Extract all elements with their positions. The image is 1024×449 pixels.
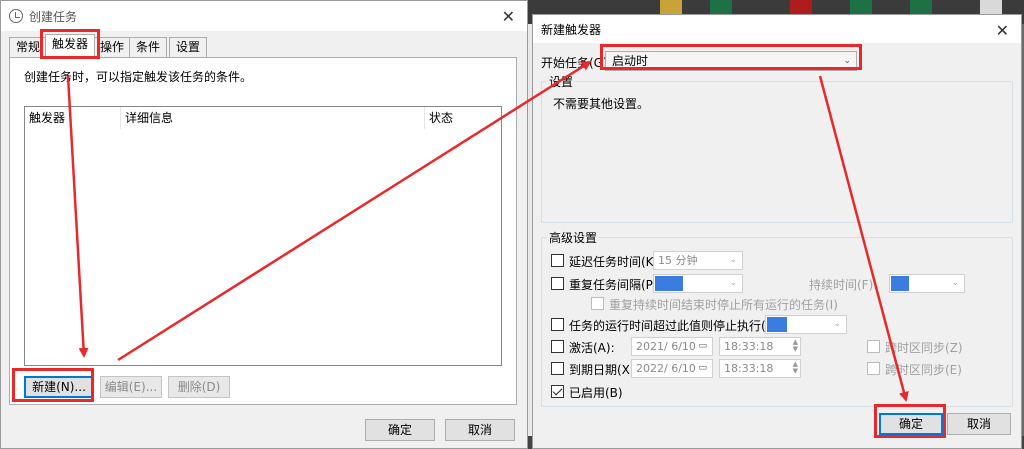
selected-value-highlight [767,317,787,332]
delay-task-checkbox[interactable] [551,254,564,267]
edit-trigger-button[interactable]: 编辑(E)... [100,376,162,398]
tab-triggers[interactable]: 触发器 [45,34,96,58]
selected-value-highlight [655,276,683,291]
tab-description: 创建任务时，可以指定触发该任务的条件。 [24,70,253,84]
chevron-down-icon: ⌄ [833,319,841,329]
enabled-checkbox[interactable] [551,385,564,398]
expire-checkbox[interactable] [551,362,564,375]
sync-timezone-label-2: 跨时区同步(E) [885,363,962,377]
spinner-icon[interactable]: ▲ ▼ [793,339,798,353]
column-header-trigger[interactable]: 触发器 [25,107,121,129]
create-task-dialog: 创建任务 ✕ 常规 触发器 操作 条件 设置 创建任务时，可以指定触发该任务的条… [0,0,528,449]
column-header-details[interactable]: 详细信息 [121,107,425,129]
expire-date-value: 2022/ 6/10 [636,362,696,375]
calendar-icon: ▭ [698,341,707,351]
triggers-list[interactable]: 触发器 详细信息 状态 [24,106,502,366]
title-bar: 新建触发器 ✕ [533,15,1021,43]
activate-time-value: 18:33:18 [724,340,774,353]
duration-combo[interactable]: ⌄ [889,274,965,293]
delete-trigger-button[interactable]: 删除(D) [168,376,230,398]
cancel-button[interactable]: 取消 [947,413,1011,435]
sync-timezone-checkbox-2[interactable] [867,362,880,375]
tab-actions[interactable]: 操作 [93,37,132,57]
expire-time-value: 18:33:18 [724,362,774,375]
repeat-task-label: 重复任务间隔(P): [569,278,662,292]
close-icon[interactable]: ✕ [996,21,1009,40]
tab-settings[interactable]: 设置 [169,37,208,57]
sync-timezone-checkbox-1[interactable] [867,340,880,353]
activate-date-picker[interactable]: 2021/ 6/10 ▭ [631,337,713,356]
ok-button[interactable]: 确定 [365,419,435,441]
new-trigger-dialog: 新建触发器 ✕ 开始任务(G): 启动时 ⌄ 设置 不需要其他设置。 高级设置 … [532,14,1022,449]
begin-task-label: 开始任务(G): [541,56,612,70]
stop-all-at-end-checkbox[interactable] [591,297,604,310]
calendar-icon: ▭ [698,363,707,373]
delay-task-combo[interactable]: 15 分钟 ⌄ [653,251,743,270]
new-trigger-button[interactable]: 新建(N)... [24,376,94,398]
tab-conditions[interactable]: 条件 [129,37,168,57]
chevron-down-icon: ⌄ [729,255,737,265]
activate-date-value: 2021/ 6/10 [636,340,696,353]
spinner-icon[interactable]: ▲ ▼ [793,361,798,375]
stop-if-longer-label: 任务的运行时间超过此值则停止执行(L): [569,319,782,333]
ok-button[interactable]: 确定 [879,413,943,435]
window-title: 新建触发器 [541,22,602,37]
chevron-down-icon: ⌄ [729,278,737,288]
activate-label: 激活(A): [569,341,615,355]
delay-task-label: 延迟任务时间(K): [569,255,663,269]
expire-label: 到期日期(X): [569,363,639,377]
repeat-task-checkbox[interactable] [551,277,564,290]
settings-group-title: 设置 [547,73,576,90]
advanced-settings-title: 高级设置 [547,229,600,246]
stop-if-longer-combo[interactable]: ⌄ [765,315,847,334]
selected-value-highlight [891,276,909,291]
window-title: 创建任务 [29,9,78,24]
repeat-interval-combo[interactable]: ⌄ [653,274,743,293]
title-bar: 创建任务 ✕ [1,1,527,31]
tab-general[interactable]: 常规 [9,37,48,57]
chevron-down-icon: ⌄ [951,278,959,288]
begin-task-select[interactable]: 启动时 ⌄ [605,51,857,71]
delay-task-value: 15 分钟 [658,254,698,267]
cancel-button[interactable]: 取消 [445,419,515,441]
sync-timezone-label-1: 跨时区同步(Z) [885,341,963,355]
close-icon[interactable]: ✕ [502,7,515,26]
clock-icon [9,9,23,23]
activate-checkbox[interactable] [551,340,564,353]
stop-all-at-end-label: 重复持续时间结束时停止所有运行的任务(I) [609,298,838,312]
settings-text: 不需要其他设置。 [553,97,650,111]
chevron-down-icon: ⌄ [843,56,851,66]
triggers-tab-panel: 创建任务时，可以指定触发该任务的条件。 触发器 详细信息 状态 新建(N)...… [9,57,517,405]
activate-time-picker[interactable]: 18:33:18 ▲ ▼ [719,337,801,356]
expire-time-picker[interactable]: 18:33:18 ▲ ▼ [719,359,801,378]
expire-date-picker[interactable]: 2022/ 6/10 ▭ [631,359,713,378]
begin-task-value: 启动时 [612,54,649,68]
stop-if-longer-checkbox[interactable] [551,318,564,331]
column-header-status[interactable]: 状态 [425,107,501,129]
enabled-label: 已启用(B) [569,386,623,400]
duration-label: 持续时间(F): [809,278,878,292]
